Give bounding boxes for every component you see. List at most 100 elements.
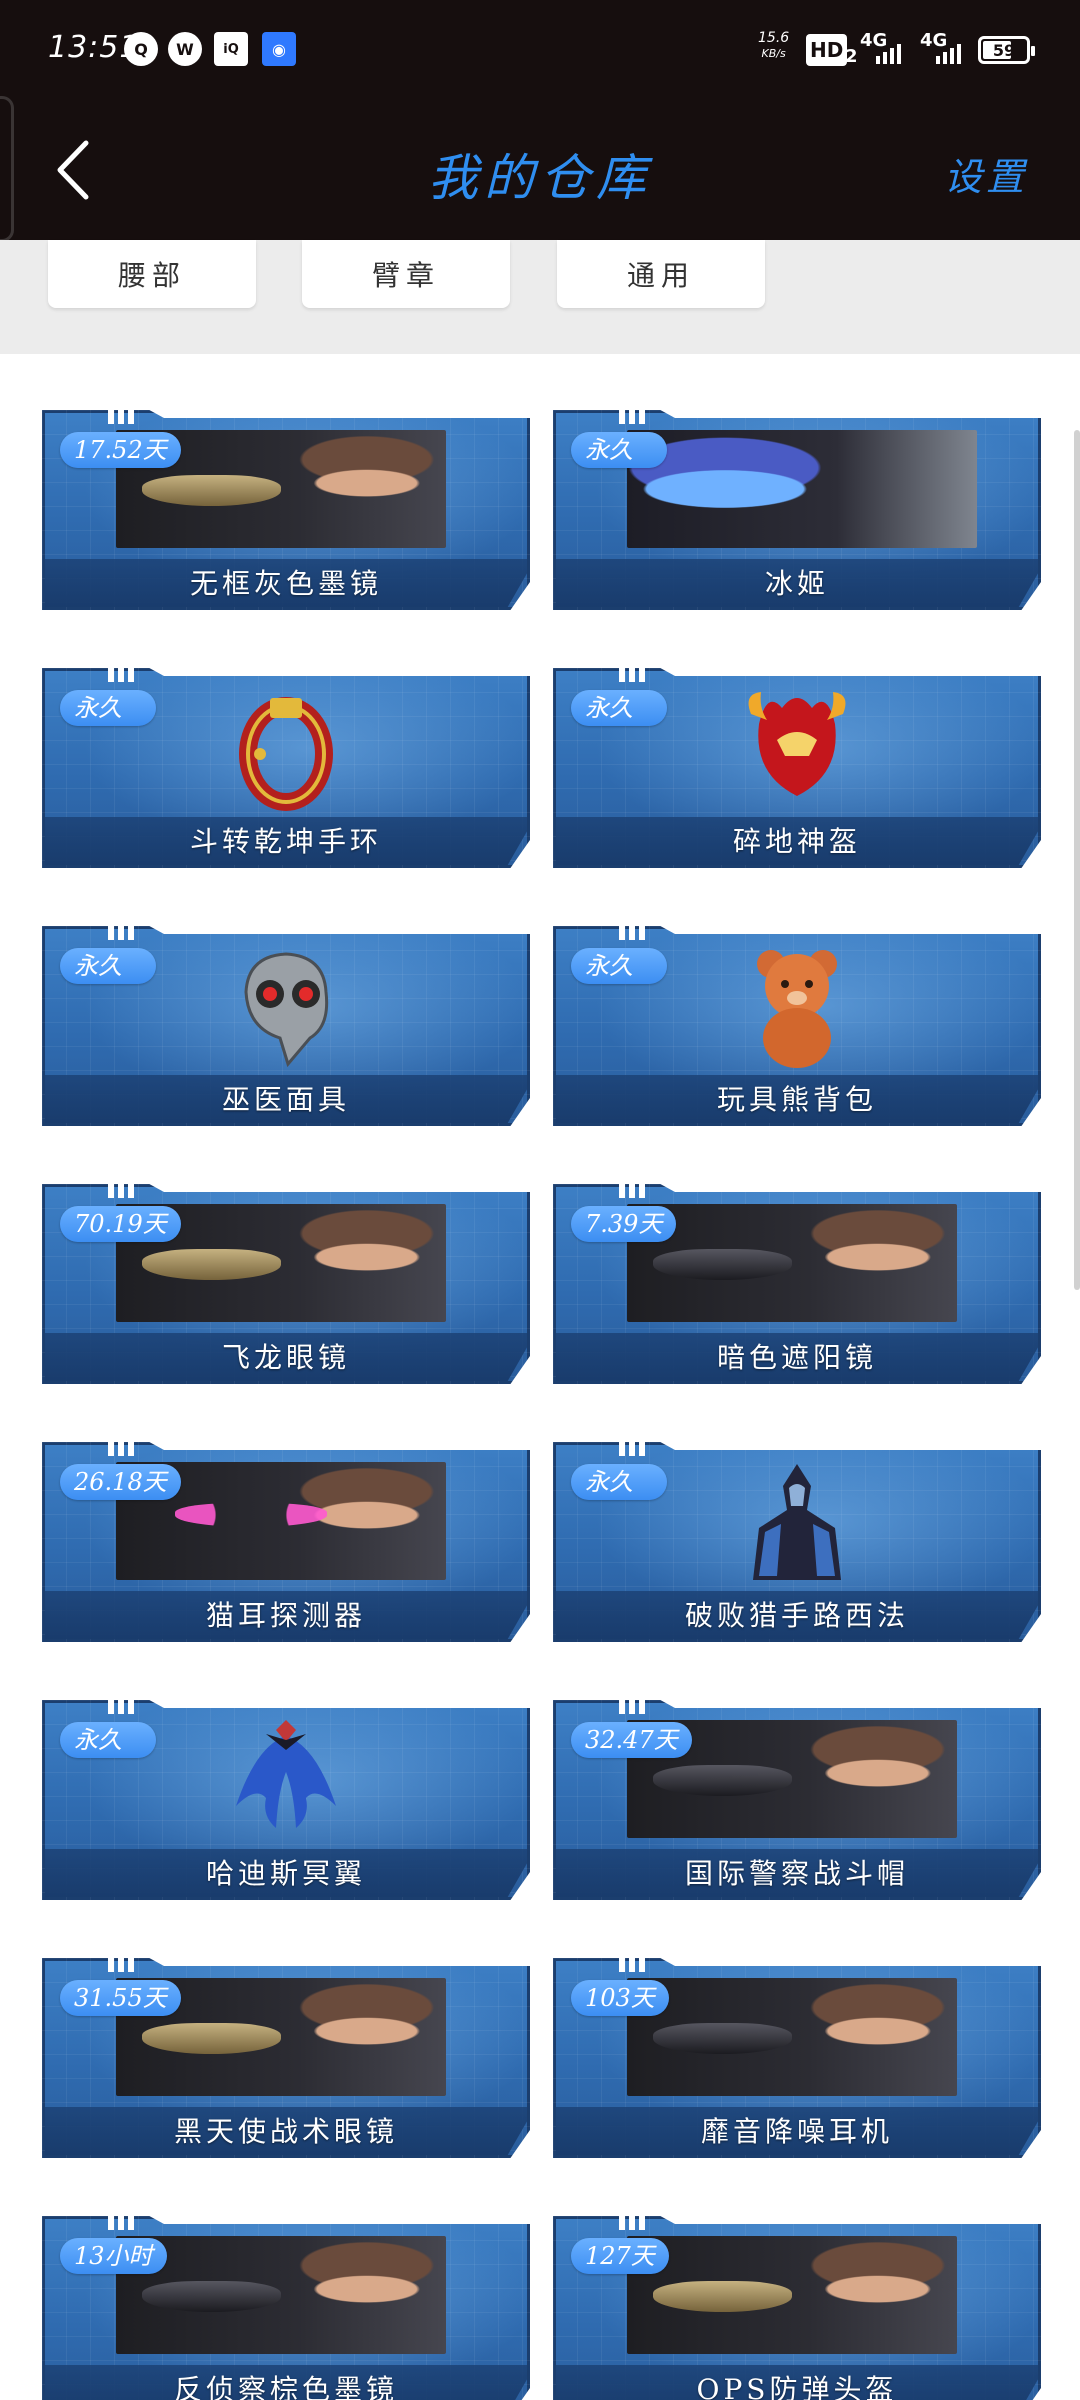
item-grid: 无框灰色墨镜 17.52天 冰姬 永久 斗转乾坤手环 永久 碎地神盔 永久 巫医面具 永久 玩具熊背… xyxy=(0,354,1080,2400)
card-tick-marks xyxy=(619,668,645,682)
item-name: 暗色遮阳镜 xyxy=(716,1341,877,1374)
page-title: 我的仓库 xyxy=(428,149,652,207)
card-tick-marks xyxy=(619,410,645,424)
item-preview-image xyxy=(627,430,977,548)
item-card[interactable]: 巫医面具 永久 xyxy=(42,926,530,1126)
item-preview-image xyxy=(627,1978,957,2096)
wechat-icon: W xyxy=(168,32,202,66)
item-name: 碎地神盔 xyxy=(732,825,861,858)
item-name: 反侦察棕色墨镜 xyxy=(173,2373,398,2400)
item-name: 黑天使战术眼镜 xyxy=(173,2115,398,2148)
settings-button[interactable]: 设置 xyxy=(944,146,1028,201)
duration-badge: 永久 xyxy=(571,948,667,984)
accessory-shape xyxy=(142,2022,281,2054)
item-name: OPS防弹头盔 xyxy=(696,2373,898,2400)
item-card[interactable]: 碎地神盔 永久 xyxy=(553,668,1041,868)
scrollbar[interactable] xyxy=(1074,430,1080,1290)
item-name: 巫医面具 xyxy=(221,1083,350,1116)
signal-bars-icon-2 xyxy=(936,40,961,64)
card-tick-marks xyxy=(619,1700,645,1714)
item-name: 冰姬 xyxy=(764,567,829,600)
accessory-shape xyxy=(142,1248,281,1280)
duration-badge: 17.52天 xyxy=(60,432,181,468)
duration-badge: 31.55天 xyxy=(60,1980,181,2016)
card-tick-marks xyxy=(108,1958,134,1972)
duration-badge: 永久 xyxy=(571,432,667,468)
category-waist[interactable]: 腰部 xyxy=(48,240,256,308)
item-card[interactable]: 玩具熊背包 永久 xyxy=(553,926,1041,1126)
item-card[interactable]: 无框灰色墨镜 17.52天 xyxy=(42,410,530,610)
item-name: 靡音降噪耳机 xyxy=(700,2115,893,2148)
card-tick-marks xyxy=(619,1958,645,1972)
app-header: 我的仓库 设置 xyxy=(0,100,1080,240)
card-tick-marks xyxy=(619,926,645,940)
item-card[interactable]: 冰姬 永久 xyxy=(553,410,1041,610)
figure-icon xyxy=(737,1458,857,1588)
item-card[interactable]: 靡音降噪耳机 103天 xyxy=(553,1958,1041,2158)
accessory-shape xyxy=(142,474,281,506)
accessory-shape xyxy=(142,2280,281,2312)
duration-badge: 永久 xyxy=(60,690,156,726)
category-strip: 腰部 臂章 通用 xyxy=(0,240,1080,354)
item-name: 无框灰色墨镜 xyxy=(189,567,382,600)
item-card[interactable]: 破败猎手路西法 永久 xyxy=(553,1442,1041,1642)
bracelet-icon xyxy=(226,684,346,814)
item-card[interactable]: 斗转乾坤手环 永久 xyxy=(42,668,530,868)
item-name: 猫耳探测器 xyxy=(205,1599,366,1632)
card-tick-marks xyxy=(108,668,134,682)
item-card[interactable]: 暗色遮阳镜 7.39天 xyxy=(553,1184,1041,1384)
category-general[interactable]: 通用 xyxy=(557,240,765,308)
status-bar: 13:51 Q W iQ ◉ 15.6 KB/s HD 2 4G 4G 59 xyxy=(0,0,1080,100)
signal-bars-icon-1 xyxy=(876,40,901,64)
iqiyi-icon: iQ xyxy=(214,32,248,66)
duration-badge: 永久 xyxy=(60,1722,156,1758)
item-name: 哈迪斯冥翼 xyxy=(205,1857,366,1890)
item-name: 斗转乾坤手环 xyxy=(189,825,382,858)
network-speed-unit: KB/s xyxy=(761,47,786,60)
item-name: 飞龙眼镜 xyxy=(221,1341,350,1374)
category-armband[interactable]: 臂章 xyxy=(302,240,510,308)
card-tick-marks xyxy=(619,2216,645,2230)
hd-icon: HD xyxy=(806,34,848,66)
card-tick-marks xyxy=(108,1442,134,1456)
bear-icon xyxy=(737,942,857,1072)
duration-badge: 32.47天 xyxy=(571,1722,692,1758)
wings-icon xyxy=(226,1716,346,1846)
card-tick-marks xyxy=(619,1184,645,1198)
item-name: 国际警察战斗帽 xyxy=(684,1857,909,1890)
duration-badge: 127天 xyxy=(571,2238,669,2274)
card-tick-marks xyxy=(108,2216,134,2230)
mask-icon xyxy=(226,942,346,1072)
card-tick-marks xyxy=(108,926,134,940)
helmet-icon xyxy=(737,684,857,814)
battery-icon: 59 xyxy=(978,36,1035,64)
item-card[interactable]: 反侦察棕色墨镜 13小时 xyxy=(42,2216,530,2400)
item-card[interactable]: 猫耳探测器 26.18天 xyxy=(42,1442,530,1642)
accessory-shape xyxy=(653,1248,792,1280)
card-tick-marks xyxy=(108,410,134,424)
duration-badge: 70.19天 xyxy=(60,1206,181,1242)
item-name: 破败猎手路西法 xyxy=(684,1599,909,1632)
card-tick-marks xyxy=(108,1184,134,1198)
qq-icon: Q xyxy=(124,32,158,66)
item-preview-image xyxy=(627,1204,957,1322)
duration-badge: 13小时 xyxy=(60,2238,167,2274)
item-card[interactable]: OPS防弹头盔 127天 xyxy=(553,2216,1041,2400)
accessory-shape xyxy=(653,2022,792,2054)
accessory-shape xyxy=(175,1503,328,1527)
item-card[interactable]: 哈迪斯冥翼 永久 xyxy=(42,1700,530,1900)
edge-bracket xyxy=(0,96,14,242)
duration-badge: 103天 xyxy=(571,1980,669,2016)
accessory-shape xyxy=(653,1764,792,1796)
duration-badge: 永久 xyxy=(60,948,156,984)
card-tick-marks xyxy=(619,1442,645,1456)
duration-badge: 7.39天 xyxy=(571,1206,677,1242)
item-name: 玩具熊背包 xyxy=(716,1083,877,1116)
duration-badge: 永久 xyxy=(571,1464,667,1500)
item-card[interactable]: 黑天使战术眼镜 31.55天 xyxy=(42,1958,530,2158)
item-card[interactable]: 国际警察战斗帽 32.47天 xyxy=(553,1700,1041,1900)
item-card[interactable]: 飞龙眼镜 70.19天 xyxy=(42,1184,530,1384)
hd-sub: 2 xyxy=(845,46,858,67)
signal-app-icon: ◉ xyxy=(262,32,296,66)
network-speed: 15.6 KB/s xyxy=(758,30,789,62)
